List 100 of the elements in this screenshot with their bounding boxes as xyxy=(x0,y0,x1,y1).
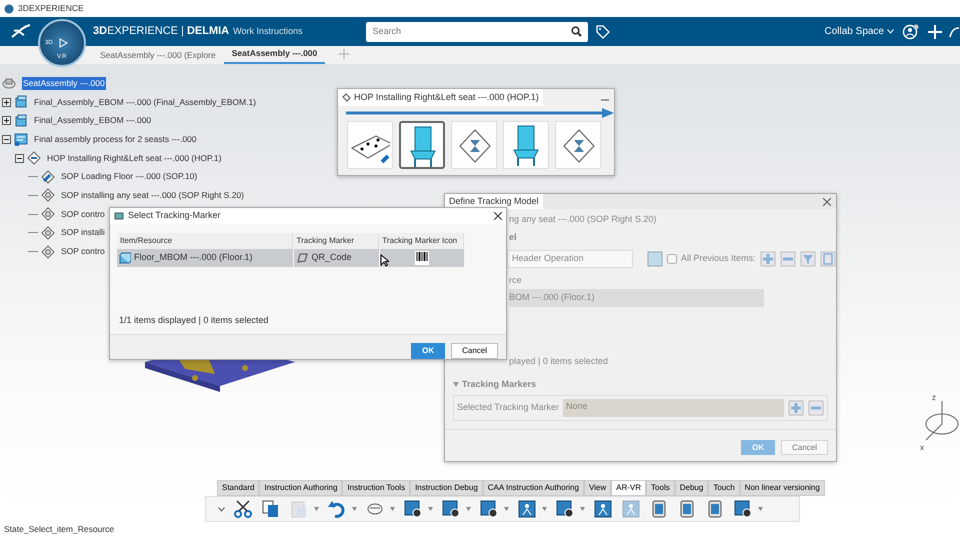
undo-icon[interactable] xyxy=(327,499,347,519)
expand-icon[interactable] xyxy=(2,116,11,126)
dropdown-caret-icon[interactable] xyxy=(758,507,763,511)
dropdown-caret-icon[interactable] xyxy=(466,507,471,511)
close-icon[interactable] xyxy=(823,198,831,206)
column-header: Tracking Marker xyxy=(293,233,380,249)
document-tab[interactable]: SeatAssembly ---.000 (Explore xyxy=(92,47,224,64)
dialog-title: Define Tracking Model xyxy=(445,194,543,210)
cancel-button[interactable]: Cancel xyxy=(781,440,828,456)
marker-icon xyxy=(114,211,124,221)
diamond-icon xyxy=(41,188,55,202)
process-icon xyxy=(14,132,28,146)
table-cell[interactable]: QR_Code xyxy=(294,249,380,266)
mouse-cursor-icon xyxy=(380,254,389,267)
share-icon[interactable] xyxy=(948,24,960,38)
app-title: 3DEXPERIENCE | DELMIA xyxy=(93,24,230,40)
assembly-icon xyxy=(2,76,16,90)
diamond-icon xyxy=(41,244,55,259)
diamond-icon xyxy=(27,151,41,166)
expand-icon[interactable] xyxy=(2,98,11,107)
toolbar-tab[interactable]: Instruction Authoring xyxy=(259,480,342,496)
marker-shape-icon xyxy=(296,252,308,264)
cancel-button[interactable]: Cancel xyxy=(451,343,498,359)
cube-icon xyxy=(119,252,131,264)
tile-gear-icon[interactable] xyxy=(441,499,461,519)
tree-item[interactable]: HOP Installing Right&Left seat ---.000 (HOP.1) xyxy=(47,152,222,164)
list-status: played | 0 items selected xyxy=(509,354,609,368)
dropdown-caret-icon[interactable] xyxy=(428,507,433,511)
toolbar-tab[interactable]: CAA Instruction Authoring xyxy=(482,480,584,496)
app-logo-icon xyxy=(4,4,14,14)
section-title: el xyxy=(509,230,518,244)
tile-gear-icon[interactable] xyxy=(479,499,499,519)
marker-field: None xyxy=(563,398,784,416)
dropdown-caret-icon[interactable] xyxy=(390,507,395,511)
tree-item[interactable]: SOP installi xyxy=(61,226,105,240)
close-icon[interactable] xyxy=(494,212,502,220)
tree-item[interactable]: SOP contro xyxy=(61,208,105,221)
dialog-title: Select Tracking-Marker xyxy=(128,209,221,222)
diamond-icon xyxy=(41,226,55,240)
dropdown-caret-icon[interactable] xyxy=(580,507,585,511)
panel-tab[interactable]: HOP Installing Right&Left seat ---.000 (HOP.1) xyxy=(338,88,543,106)
column-header: rce xyxy=(509,274,523,286)
sequence-arrow-icon xyxy=(346,108,614,118)
tree-item[interactable]: Final_Assembly_EBOM ---.000 xyxy=(34,114,152,128)
ok-button[interactable]: OK xyxy=(411,343,446,359)
window-title: 3DEXPERIENCE xyxy=(18,2,84,15)
toolbar-tab[interactable]: Tools xyxy=(646,480,675,496)
collapse-icon[interactable] xyxy=(2,134,11,144)
app-subtitle: Work Instructions xyxy=(233,24,302,38)
toolbar-tab[interactable]: Debug xyxy=(674,480,708,496)
toolbar-tab[interactable]: Instruction Tools xyxy=(342,480,410,496)
tree-item[interactable]: SOP contro xyxy=(61,245,105,258)
step-thumbnail[interactable] xyxy=(399,121,445,169)
scissors-icon[interactable] xyxy=(233,499,253,519)
tag-icon[interactable] xyxy=(596,24,610,38)
tree-item[interactable]: Final_Assembly_EBOM ---.000 (Final_Assembly_EBOM.1) xyxy=(34,96,256,108)
diamond-icon xyxy=(342,93,351,102)
dropdown-caret-icon[interactable] xyxy=(542,507,547,511)
tree-item[interactable]: SeatAssembly ---.000 xyxy=(22,76,106,90)
tile-gear-icon[interactable] xyxy=(733,499,753,519)
collapse-icon[interactable] xyxy=(15,154,24,163)
search-icon[interactable] xyxy=(571,26,582,37)
all-previous-checkbox[interactable] xyxy=(667,254,677,264)
diamond-arrow-icon xyxy=(41,170,55,184)
tile-person-icon[interactable] xyxy=(593,499,613,519)
list-status: 1/1 items displayed | 0 items selected xyxy=(119,314,270,327)
column-header: Tracking Marker Icon xyxy=(379,233,464,249)
copy-icon[interactable] xyxy=(261,499,281,519)
section-title: Tracking Markers xyxy=(462,378,536,391)
table-cell[interactable]: Floor_MBOM ---.000 (Floor.1) xyxy=(117,249,294,266)
play-icon[interactable] xyxy=(57,37,69,49)
status-text: State_Select_item_Resource xyxy=(4,524,114,534)
diamond-icon xyxy=(41,207,55,222)
dropdown-caret-icon[interactable] xyxy=(352,507,357,511)
chevron-down-icon[interactable] xyxy=(218,506,225,512)
tile-gear-icon[interactable] xyxy=(403,499,423,519)
toolbar-tab[interactable]: View xyxy=(584,480,612,496)
axis-label: x xyxy=(920,442,924,454)
toolbar-tab[interactable]: Non linear versioning xyxy=(740,480,825,496)
tree-item[interactable]: SOP installing any seat ---.000 (SOP Right S.20) xyxy=(61,189,244,202)
tree-item[interactable]: Final assembly process for 2 seasts ---.000 xyxy=(34,133,197,146)
field-label: Selected Tracking Marker xyxy=(457,400,560,414)
user-icon[interactable] xyxy=(902,24,920,40)
tile-gear-icon[interactable] xyxy=(555,499,575,519)
toolbar-tab[interactable]: Touch xyxy=(708,480,740,496)
toolbar-tab[interactable]: AR-VR xyxy=(611,480,646,496)
toolbar-tab[interactable]: Instruction Debug xyxy=(410,480,483,496)
collab-space-menu[interactable]: Collab Space xyxy=(824,24,884,39)
cube-icon xyxy=(14,95,28,110)
dropdown-caret-icon[interactable] xyxy=(504,507,509,511)
tree-item[interactable]: SOP Loading Floor ---.000 (SOP.10) xyxy=(61,170,198,184)
tile-person-icon[interactable] xyxy=(517,499,537,519)
cube-icon xyxy=(14,114,28,128)
search-box[interactable]: Search xyxy=(366,22,588,42)
toolbar-tab[interactable]: Standard xyxy=(217,480,260,496)
column-header: Item/Resource xyxy=(117,233,294,249)
ds-logo-icon xyxy=(10,23,32,39)
axis-label: z xyxy=(932,392,936,404)
barcode-icon xyxy=(415,250,430,265)
operation-title: ng any seat ---.000 (SOP Right S.20) xyxy=(509,213,658,226)
